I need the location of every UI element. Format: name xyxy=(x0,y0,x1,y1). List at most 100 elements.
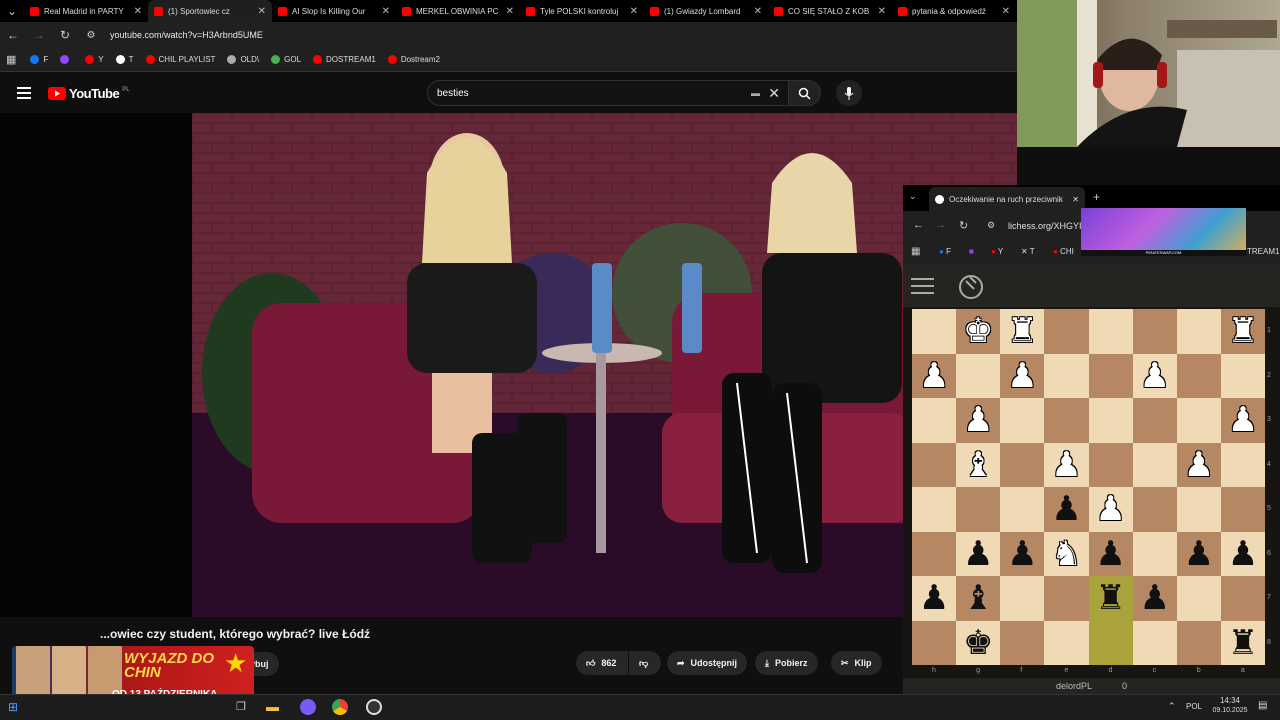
board-square[interactable]: ♟ xyxy=(1176,531,1221,576)
black-pawn-icon[interactable]: ♟ xyxy=(1184,537,1214,571)
board-square[interactable] xyxy=(1044,309,1089,354)
black-rook-icon[interactable]: ♜ xyxy=(1095,581,1125,615)
board-square[interactable] xyxy=(1220,576,1265,621)
board-square[interactable] xyxy=(1044,398,1089,443)
white-rook-icon[interactable]: ♜ xyxy=(1007,314,1037,348)
board-square[interactable]: ♟ xyxy=(1088,531,1133,576)
close-tab-icon[interactable]: ✕ xyxy=(506,6,514,17)
board-square[interactable]: ♜ xyxy=(1220,620,1265,665)
board-square[interactable] xyxy=(1132,398,1177,443)
board-square[interactable] xyxy=(912,487,957,532)
lichess-menu-icon[interactable] xyxy=(911,278,934,299)
board-square[interactable]: ♟ xyxy=(1132,576,1177,621)
discord-icon[interactable] xyxy=(300,699,316,715)
board-square[interactable] xyxy=(1132,487,1177,532)
url-field[interactable]: youtube.com/watch?v=H3Arbnd5UME xyxy=(110,30,263,40)
lichess-logo-icon[interactable] xyxy=(958,273,984,304)
like-button[interactable]: 👍︎ 862 xyxy=(576,651,628,675)
board-square[interactable] xyxy=(956,487,1001,532)
apps-grid-icon[interactable]: ▦ xyxy=(6,53,16,66)
black-bishop-icon[interactable]: ♝ xyxy=(963,581,993,615)
bookmark-item[interactable]: F xyxy=(26,55,52,64)
notification-icon[interactable]: ▤ xyxy=(1258,700,1267,711)
white-pawn-icon[interactable]: ♟ xyxy=(1007,359,1037,393)
board-square[interactable] xyxy=(1044,620,1089,665)
forward-icon[interactable]: → xyxy=(26,28,52,42)
board-square[interactable] xyxy=(1000,442,1045,487)
black-rook-icon[interactable]: ♜ xyxy=(1228,626,1258,660)
close-tab-icon[interactable]: ✕ xyxy=(630,6,638,17)
windows-start-icon[interactable]: ⊞ xyxy=(8,700,18,714)
board-square[interactable] xyxy=(1176,620,1221,665)
black-pawn-icon[interactable]: ♟ xyxy=(963,537,993,571)
board-square[interactable] xyxy=(1044,576,1089,621)
white-pawn-icon[interactable]: ♟ xyxy=(1051,448,1081,482)
browser-tab[interactable]: (1) Gwiazdy Lombard ✕ xyxy=(644,0,768,22)
white-pawn-icon[interactable]: ♟ xyxy=(1095,492,1125,526)
board-square[interactable] xyxy=(912,531,957,576)
board-square[interactable] xyxy=(912,620,957,665)
white-bishop-icon[interactable]: ♝ xyxy=(963,448,993,482)
chess-board[interactable]: ♚ ♜ ♜ ♟ ♟ ♟ ♟ ♟ ♝ ♟ ♟ ♟ ♟ ♟ ♟ ♞ ♟ ♟ ♟ ♟ ♝ ♜ ♟ ♚ ♜ xyxy=(912,309,1265,665)
board-square[interactable]: ♝ xyxy=(956,576,1001,621)
board-square[interactable] xyxy=(1088,309,1133,354)
board-square[interactable] xyxy=(1176,353,1221,398)
white-rook-icon[interactable]: ♜ xyxy=(1228,314,1258,348)
board-square[interactable] xyxy=(1176,576,1221,621)
close-tab-icon[interactable]: ✕ xyxy=(754,6,762,17)
board-square[interactable]: ♟ xyxy=(1088,487,1133,532)
bookmark-item[interactable]: Dostream2 xyxy=(384,55,444,64)
clock-time[interactable]: 14:34 xyxy=(1210,696,1250,705)
board-square[interactable] xyxy=(1000,487,1045,532)
youtube-logo[interactable]: YouTube PL xyxy=(48,86,130,101)
board-square[interactable]: ♝ xyxy=(956,442,1001,487)
keyboard-language[interactable]: POL xyxy=(1186,702,1202,711)
video-player[interactable] xyxy=(192,113,1017,617)
board-square[interactable]: ♟ xyxy=(956,398,1001,443)
lichess-tab[interactable]: Oczekiwanie na ruch przeciwnik ✕ xyxy=(929,187,1085,211)
board-square[interactable]: ♞ xyxy=(1044,531,1089,576)
board-square[interactable]: ♚ xyxy=(956,309,1001,354)
board-square[interactable] xyxy=(912,398,957,443)
board-square[interactable] xyxy=(1000,576,1045,621)
bookmark-t[interactable]: ✕ T xyxy=(1021,247,1035,256)
menu-icon[interactable] xyxy=(17,86,31,104)
bookmark-dostream1[interactable]: TREAM1 xyxy=(1247,247,1279,256)
board-square[interactable] xyxy=(1044,353,1089,398)
share-button[interactable]: ➦ Udostępnij xyxy=(667,651,748,675)
clear-search-icon[interactable]: ✕ xyxy=(768,85,780,102)
voice-search-button[interactable] xyxy=(836,80,862,106)
dislike-button[interactable]: 👎︎ xyxy=(629,651,661,675)
board-square[interactable]: ♟ xyxy=(1176,442,1221,487)
tab-list-icon[interactable]: ⌄ xyxy=(909,191,917,202)
close-tab-icon[interactable]: ✕ xyxy=(1002,6,1010,17)
board-square[interactable]: ♜ xyxy=(1000,309,1045,354)
board-square[interactable] xyxy=(1000,398,1045,443)
bookmark-item[interactable]: T xyxy=(112,55,138,64)
white-pawn-icon[interactable]: ♟ xyxy=(919,359,949,393)
black-pawn-icon[interactable]: ♟ xyxy=(1095,537,1125,571)
browser-tab[interactable]: (1) Sportowiec cz ✕ xyxy=(148,0,272,22)
bookmark-item[interactable]: DOSTREAM1 xyxy=(309,55,380,64)
board-square[interactable]: ♟ xyxy=(912,353,957,398)
board-square[interactable] xyxy=(1176,398,1221,443)
browser-tab[interactable]: Tyle POLSKI kontroluj ✕ xyxy=(520,0,644,22)
board-square[interactable] xyxy=(1220,442,1265,487)
site-info-icon[interactable]: ⚙ xyxy=(987,220,995,231)
close-tab-icon[interactable]: ✕ xyxy=(258,6,266,17)
clip-button[interactable]: ✂ Klip xyxy=(831,651,882,675)
board-square[interactable]: ♚ xyxy=(956,620,1001,665)
board-square[interactable]: ♟ xyxy=(1132,353,1177,398)
bookmark-item[interactable]: OLD\ xyxy=(223,55,263,64)
close-tab-icon[interactable]: ✕ xyxy=(134,6,142,17)
lichess-url[interactable]: lichess.org/XHGYI xyxy=(1008,221,1082,231)
board-square[interactable]: ♜ xyxy=(1088,576,1133,621)
board-square[interactable] xyxy=(1176,309,1221,354)
board-square[interactable]: ♟ xyxy=(1044,487,1089,532)
white-pawn-icon[interactable]: ♟ xyxy=(1139,359,1169,393)
board-square[interactable] xyxy=(1088,353,1133,398)
white-pawn-icon[interactable]: ♟ xyxy=(1184,448,1214,482)
black-pawn-icon[interactable]: ♟ xyxy=(1007,537,1037,571)
bookmark-item[interactable] xyxy=(56,55,77,64)
search-button[interactable] xyxy=(789,80,821,106)
